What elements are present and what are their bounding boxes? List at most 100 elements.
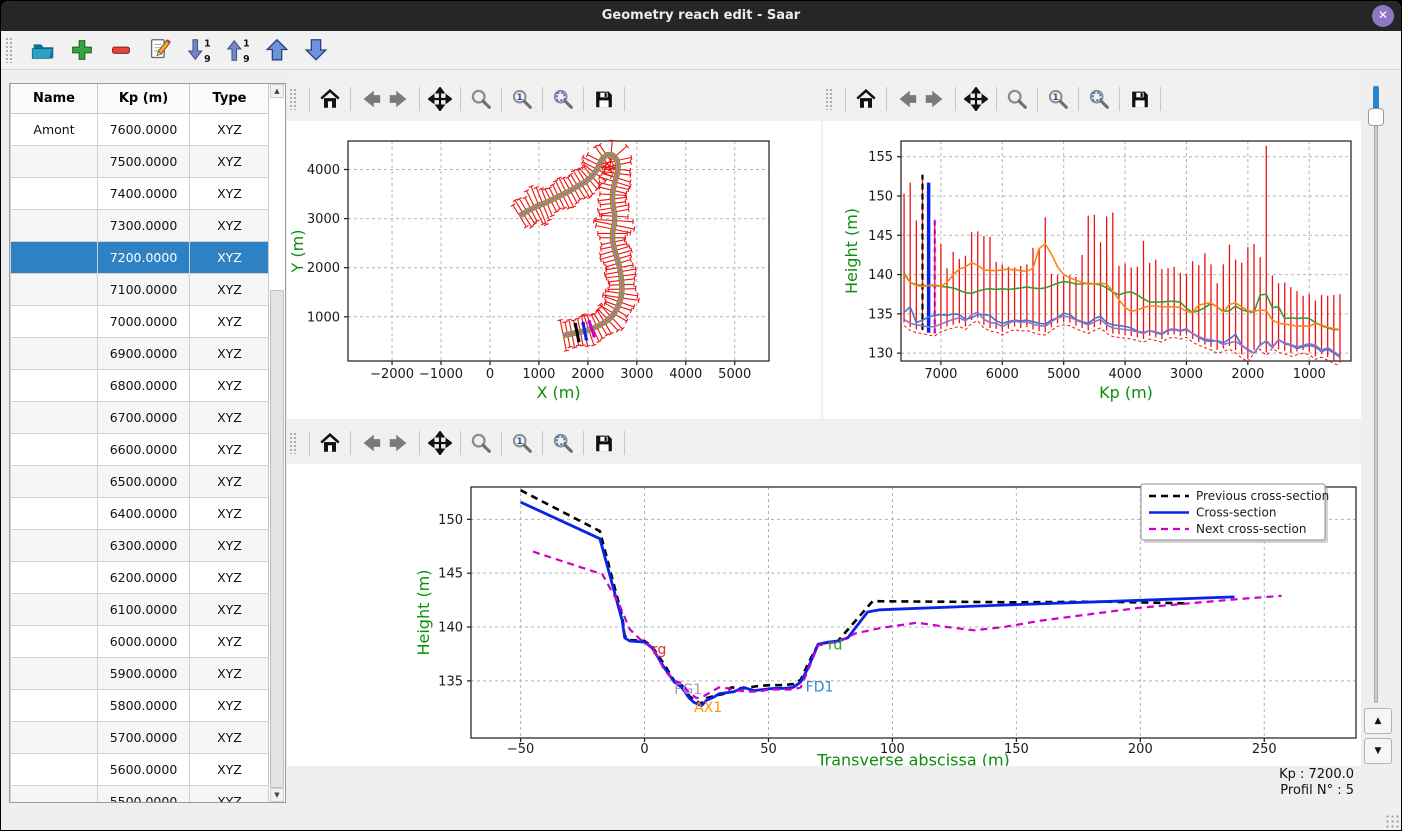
save-icon[interactable]: [590, 85, 618, 113]
cell-kp[interactable]: 6200.0000: [98, 562, 190, 594]
cell-kp[interactable]: 7100.0000: [98, 274, 190, 306]
table-row[interactable]: 6600.0000XYZ: [11, 434, 270, 466]
table-row[interactable]: 5700.0000XYZ: [11, 722, 270, 754]
toolbar-drag-handle[interactable]: [825, 88, 833, 110]
cell-name[interactable]: [11, 466, 98, 498]
cell-kp[interactable]: 6900.0000: [98, 338, 190, 370]
cross-section-plot[interactable]: −50050100150200250135140145150Transverse…: [287, 464, 1361, 766]
back-icon[interactable]: [357, 85, 385, 113]
cell-kp[interactable]: 6000.0000: [98, 626, 190, 658]
table-row[interactable]: 7300.0000XYZ: [11, 210, 270, 242]
cell-type[interactable]: XYZ: [190, 210, 270, 242]
cell-name[interactable]: [11, 690, 98, 722]
cell-type[interactable]: XYZ: [190, 466, 270, 498]
cell-kp[interactable]: 5900.0000: [98, 658, 190, 690]
cell-name[interactable]: [11, 242, 98, 274]
table-row[interactable]: 7100.0000XYZ: [11, 274, 270, 306]
cell-name[interactable]: [11, 178, 98, 210]
cell-type[interactable]: XYZ: [190, 306, 270, 338]
cell-type[interactable]: XYZ: [190, 722, 270, 754]
cell-kp[interactable]: 7600.0000: [98, 114, 190, 146]
cell-name[interactable]: [11, 210, 98, 242]
table-row[interactable]: 6000.0000XYZ: [11, 626, 270, 658]
zoom-fit-icon[interactable]: [549, 85, 577, 113]
cell-type[interactable]: XYZ: [190, 658, 270, 690]
zoom-one-icon[interactable]: 1: [508, 85, 536, 113]
zoom-fit-icon[interactable]: [549, 429, 577, 457]
cell-kp[interactable]: 5800.0000: [98, 690, 190, 722]
cell-kp[interactable]: 7000.0000: [98, 306, 190, 338]
resize-grip[interactable]: [1385, 814, 1399, 828]
forward-icon[interactable]: [385, 429, 413, 457]
table-row[interactable]: 7000.0000XYZ: [11, 306, 270, 338]
cell-kp[interactable]: 7200.0000: [98, 242, 190, 274]
scroll-up-icon[interactable]: ▲: [270, 84, 284, 98]
home-icon[interactable]: [852, 85, 880, 113]
cell-type[interactable]: XYZ: [190, 562, 270, 594]
cell-name[interactable]: [11, 530, 98, 562]
cell-kp[interactable]: 6700.0000: [98, 402, 190, 434]
sort-descending-icon[interactable]: 19: [184, 35, 214, 65]
remove-row-icon[interactable]: [106, 35, 136, 65]
pan-icon[interactable]: [426, 85, 454, 113]
table-row[interactable]: 6900.0000XYZ: [11, 338, 270, 370]
zoom-icon[interactable]: [467, 85, 495, 113]
pan-icon[interactable]: [426, 429, 454, 457]
scroll-down-icon[interactable]: ▼: [270, 788, 284, 802]
cell-name[interactable]: [11, 306, 98, 338]
cell-type[interactable]: XYZ: [190, 690, 270, 722]
cell-kp[interactable]: 7300.0000: [98, 210, 190, 242]
cell-type[interactable]: XYZ: [190, 114, 270, 146]
table-row[interactable]: 7500.0000XYZ: [11, 146, 270, 178]
open-folder-icon[interactable]: [28, 35, 58, 65]
table-scrollbar[interactable]: ▲ ▼: [268, 84, 285, 802]
cell-name[interactable]: [11, 434, 98, 466]
forward-icon[interactable]: [921, 85, 949, 113]
slider-handle[interactable]: [1368, 108, 1384, 126]
slider-track-filled[interactable]: [1373, 86, 1379, 110]
cell-type[interactable]: XYZ: [190, 530, 270, 562]
zoom-one-icon[interactable]: 1: [1044, 85, 1072, 113]
cell-name[interactable]: [11, 786, 98, 803]
table-row[interactable]: 7200.0000XYZ: [11, 242, 270, 274]
table-row[interactable]: 5600.0000XYZ: [11, 754, 270, 786]
cell-kp[interactable]: 5600.0000: [98, 754, 190, 786]
header-kp[interactable]: Kp (m): [98, 84, 190, 114]
header-name[interactable]: Name: [11, 84, 98, 114]
cell-name[interactable]: [11, 370, 98, 402]
cell-type[interactable]: XYZ: [190, 594, 270, 626]
table-row[interactable]: 6500.0000XYZ: [11, 466, 270, 498]
toolbar-drag-handle[interactable]: [5, 37, 13, 63]
toolbar-drag-handle[interactable]: [289, 432, 297, 454]
table-row[interactable]: 6400.0000XYZ: [11, 498, 270, 530]
add-row-icon[interactable]: [67, 35, 97, 65]
cell-type[interactable]: XYZ: [190, 338, 270, 370]
cell-kp[interactable]: 6500.0000: [98, 466, 190, 498]
pan-icon[interactable]: [962, 85, 990, 113]
home-icon[interactable]: [316, 429, 344, 457]
table-row[interactable]: 5800.0000XYZ: [11, 690, 270, 722]
table-row[interactable]: Amont7600.0000XYZ: [11, 114, 270, 146]
cell-name[interactable]: [11, 626, 98, 658]
cell-kp[interactable]: 6600.0000: [98, 434, 190, 466]
cell-name[interactable]: [11, 338, 98, 370]
table-row[interactable]: 6800.0000XYZ: [11, 370, 270, 402]
cell-kp[interactable]: 6800.0000: [98, 370, 190, 402]
cell-name[interactable]: [11, 274, 98, 306]
table-row[interactable]: 6700.0000XYZ: [11, 402, 270, 434]
cell-name[interactable]: [11, 146, 98, 178]
longitudinal-profile-plot[interactable]: 7000600050004000300020001000130135140145…: [823, 121, 1361, 419]
cell-name[interactable]: [11, 402, 98, 434]
table-row[interactable]: 5900.0000XYZ: [11, 658, 270, 690]
edit-row-icon[interactable]: [145, 35, 175, 65]
save-icon[interactable]: [1126, 85, 1154, 113]
cell-name[interactable]: [11, 562, 98, 594]
cell-type[interactable]: XYZ: [190, 370, 270, 402]
forward-icon[interactable]: [385, 85, 413, 113]
cell-kp[interactable]: 7400.0000: [98, 178, 190, 210]
close-icon[interactable]: ✕: [1372, 5, 1394, 27]
cell-name[interactable]: [11, 722, 98, 754]
cell-type[interactable]: XYZ: [190, 626, 270, 658]
cell-kp[interactable]: 6100.0000: [98, 594, 190, 626]
move-down-icon[interactable]: [301, 35, 331, 65]
